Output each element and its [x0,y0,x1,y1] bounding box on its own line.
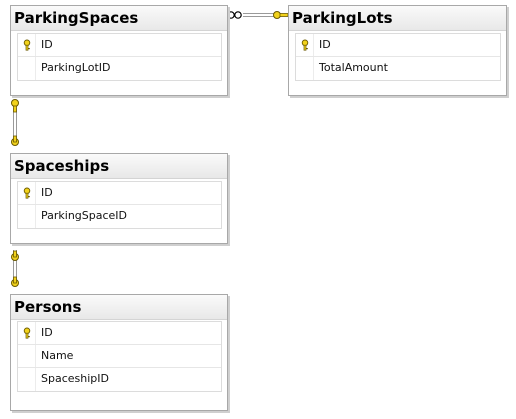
key-icon [11,276,19,287]
column-list: ID TotalAmount [295,33,501,81]
column-row[interactable]: ParkingLotID [18,57,221,80]
table-spaceships[interactable]: Spaceships ID ParkingSpaceID [10,153,228,244]
column-row[interactable]: ID [18,34,221,57]
primary-key-icon [23,187,31,199]
key-icon [11,99,19,113]
table-title[interactable]: ParkingSpaces [11,6,227,31]
column-list: ID ParkingLotID [17,33,222,81]
column-row[interactable]: Name [18,345,221,368]
column-row[interactable]: ID [18,182,221,205]
column-row[interactable]: ID [296,34,500,57]
column-name: ID [41,186,53,199]
primary-key-icon [23,327,31,339]
key-icon [273,11,289,19]
column-row[interactable]: ParkingSpaceID [18,205,221,228]
column-name: Name [41,349,74,362]
table-parkingspaces[interactable]: ParkingSpaces ID ParkingLotID [10,5,228,96]
column-name: ID [41,38,53,51]
infinity-icon [227,11,242,19]
column-name: TotalAmount [319,61,388,74]
column-row[interactable]: ID [18,322,221,345]
column-row[interactable]: SpaceshipID [18,368,221,391]
column-list: ID ParkingSpaceID [17,181,222,229]
column-name: ID [41,326,53,339]
table-title[interactable]: Spaceships [11,154,227,179]
column-list: ID Name SpaceshipID [17,321,222,392]
column-row[interactable]: TotalAmount [296,57,500,80]
table-title[interactable]: ParkingLots [289,6,506,31]
table-parkinglots[interactable]: ParkingLots ID TotalAmount [288,5,507,96]
column-name: SpaceshipID [41,372,109,385]
key-icon [11,250,19,261]
column-name: ID [319,38,331,51]
column-name: ParkingLotID [41,61,111,74]
table-persons[interactable]: Persons ID Name SpaceshipID [10,294,228,411]
column-name: ParkingSpaceID [41,209,128,222]
key-icon [11,135,19,146]
primary-key-icon [23,39,31,51]
primary-key-icon [301,39,309,51]
table-title[interactable]: Persons [11,295,227,320]
relationship-parkingspaces-spaceships[interactable] [13,108,17,139]
